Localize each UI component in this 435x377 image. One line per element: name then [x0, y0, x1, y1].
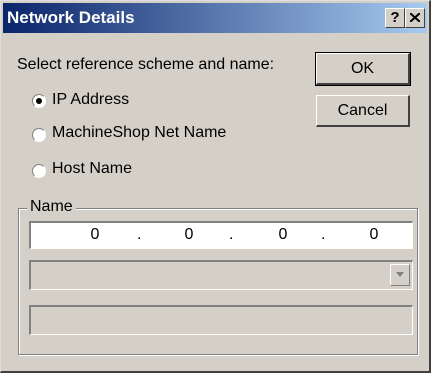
ip-dot: .: [321, 226, 326, 243]
cancel-button[interactable]: Cancel: [316, 95, 410, 127]
ip-octet-3[interactable]: 0: [265, 226, 301, 244]
ip-address-field[interactable]: 0 . 0 . 0 . 0: [29, 221, 413, 249]
name-textbox[interactable]: [29, 305, 413, 335]
dropdown-button[interactable]: [390, 264, 410, 286]
ip-octet-1[interactable]: 0: [77, 226, 113, 244]
radio-button[interactable]: [32, 128, 46, 142]
name-group-title: Name: [27, 198, 76, 216]
name-combobox[interactable]: [29, 260, 413, 290]
network-details-dialog: Network Details ? Select reference schem…: [0, 0, 431, 373]
prompt-label: Select reference scheme and name:: [17, 56, 275, 73]
ok-button[interactable]: OK: [315, 52, 411, 86]
close-button[interactable]: [405, 8, 425, 28]
radio-button[interactable]: [32, 164, 46, 178]
radio-label: IP Address: [52, 91, 130, 108]
ip-dot: .: [137, 226, 142, 243]
ip-octet-2[interactable]: 0: [171, 226, 207, 244]
ip-dot: .: [229, 226, 234, 243]
close-icon: [409, 12, 421, 23]
title-bar[interactable]: Network Details ?: [3, 3, 427, 33]
window-title: Network Details: [7, 8, 135, 27]
radio-label: MachineShop Net Name: [52, 124, 227, 141]
radio-label: Host Name: [52, 160, 133, 177]
radio-button[interactable]: [32, 94, 46, 108]
chevron-down-icon: [396, 272, 404, 277]
radio-selected-dot: [36, 98, 42, 104]
help-button[interactable]: ?: [385, 8, 405, 28]
ip-octet-4[interactable]: 0: [356, 226, 392, 244]
